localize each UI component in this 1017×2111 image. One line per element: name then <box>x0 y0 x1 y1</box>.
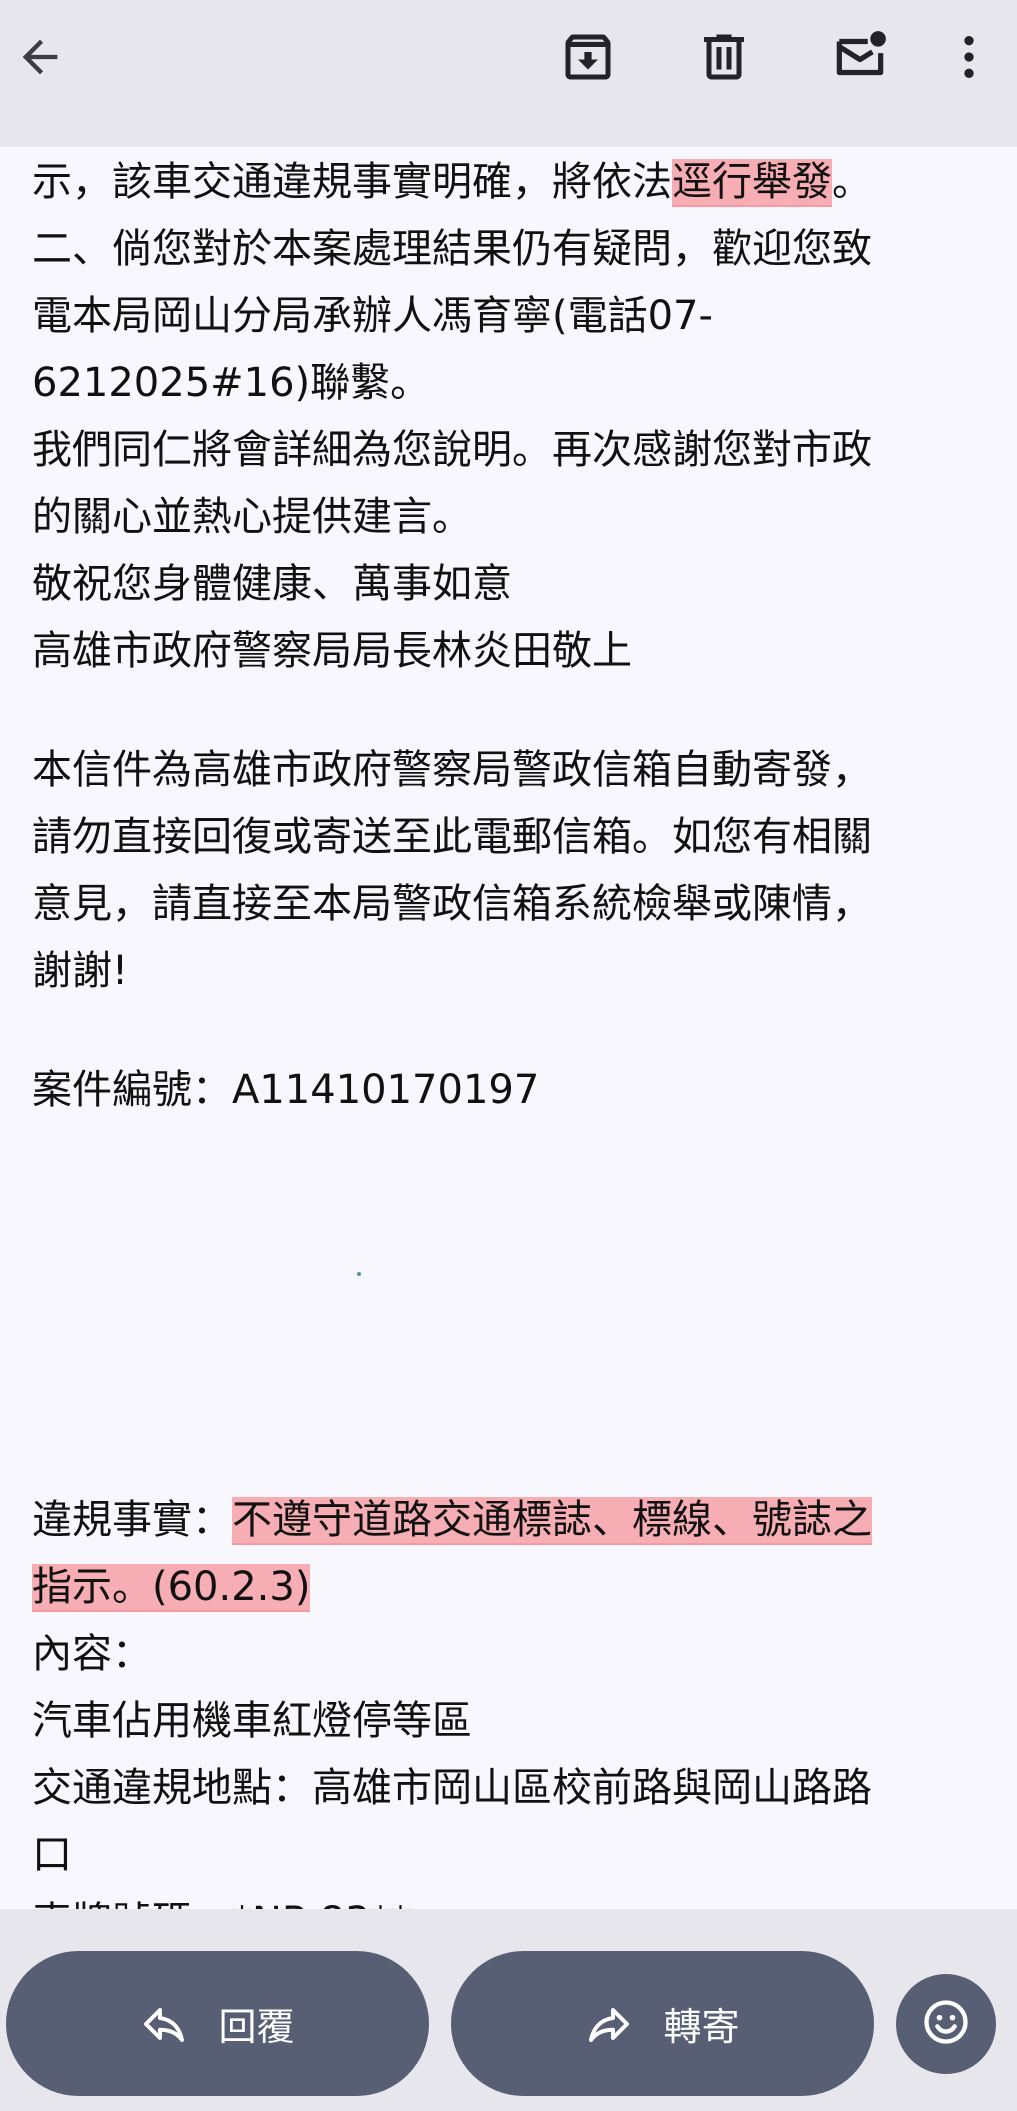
notice-line: 本信件為高雄市政府警察局警政信箱自動寄發， <box>32 747 872 793</box>
case-number: 案件編號：A11410170197 <box>32 1067 540 1113</box>
mail-unread-icon <box>829 26 891 88</box>
trash-icon <box>694 27 754 87</box>
emoji-reaction-button[interactable] <box>896 1974 996 2074</box>
body-text: 示，該車交通違規事實明確，將依法 <box>32 159 672 205</box>
top-app-bar <box>0 0 1017 147</box>
body-line: 電本局岡山分局承辦人馮育寧(電話07- <box>32 293 713 339</box>
violation-line: 指示。(60.2.3) <box>32 1554 311 1621</box>
body-line: 交通違規地點：高雄市岡山區校前路與岡山路路 <box>32 1765 872 1811</box>
archive-button[interactable] <box>548 17 628 97</box>
violation-line: 違規事實：不遵守道路交通標誌、標線、號誌之 <box>32 1487 872 1554</box>
forward-button[interactable]: 轉寄 <box>451 1951 874 2096</box>
notice-line: 請勿直接回復或寄送至此電郵信箱。如您有相關 <box>32 814 872 860</box>
email-body[interactable]: 示，該車交通違規事實明確，將依法逕行舉發。 二、倘您對於本案處理結果仍有疑問，歡… <box>0 147 1017 1909</box>
body-line: 6212025#16)聯繫。 <box>32 360 431 406</box>
more-vert-icon <box>941 29 997 85</box>
body-line: 我們同仁將會詳細為您說明。再次感謝您對市政 <box>32 427 872 473</box>
delete-button[interactable] <box>684 17 764 97</box>
highlighted-text: 不遵守道路交通標誌、標線、號誌之 <box>232 1497 872 1543</box>
mark-unread-button[interactable] <box>820 17 900 97</box>
signature-line: 高雄市政府警察局局長林炎田敬上 <box>32 628 632 674</box>
image-placeholder-dot <box>357 1272 361 1276</box>
bottom-action-bar: 回覆 轉寄 <box>0 1909 1017 2111</box>
highlighted-text: 指示。(60.2.3) <box>32 1564 311 1610</box>
reply-button[interactable]: 回覆 <box>6 1951 429 2096</box>
notice-line: 謝謝! <box>32 948 129 994</box>
back-button[interactable] <box>0 17 80 97</box>
body-line: 的關心並熱心提供建言。 <box>32 494 472 540</box>
arrow-left-icon <box>14 31 66 83</box>
body-line: 內容： <box>32 1631 152 1677</box>
body-text: 違規事實： <box>32 1497 232 1543</box>
body-line: 敬祝您身體健康、萬事如意 <box>32 561 512 607</box>
highlighted-text: 逕行舉發 <box>672 159 832 205</box>
reply-label: 回覆 <box>218 2005 295 2049</box>
plate-number: 車牌號碼：*NP-83** <box>32 1889 411 1909</box>
body-line: 汽車佔用機車紅燈停等區 <box>32 1698 472 1744</box>
reply-icon <box>140 2000 188 2048</box>
forward-label: 轉寄 <box>663 2005 740 2049</box>
more-options-button[interactable] <box>939 17 999 97</box>
body-line: 口 <box>32 1832 72 1878</box>
body-line: 示，該車交通違規事實明確，將依法逕行舉發。 <box>32 149 872 216</box>
emoji-icon <box>920 1996 972 2052</box>
forward-icon <box>585 2000 633 2048</box>
body-text: 。 <box>832 159 872 205</box>
notice-line: 意見，請直接至本局警政信箱系統檢舉或陳情， <box>32 881 872 927</box>
body-line: 二、倘您對於本案處理結果仍有疑問，歡迎您致 <box>32 226 872 272</box>
archive-icon <box>558 27 618 87</box>
